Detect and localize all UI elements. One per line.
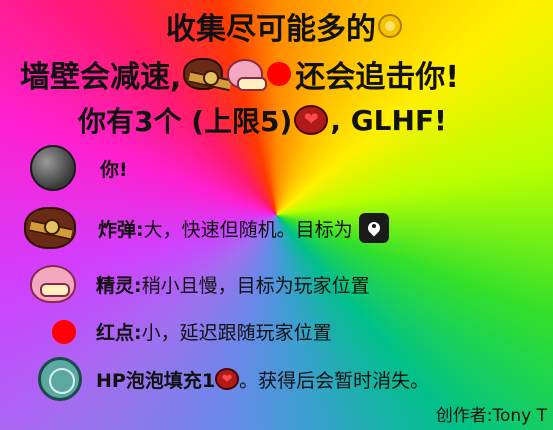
legend-hp-desc: 。获得后会暂时消失。 <box>239 369 430 392</box>
legend-player-label: 你! <box>100 158 128 181</box>
header-line-3-prefix: 你有3个 (上限5) <box>78 105 293 138</box>
red-dot-icon <box>267 62 292 86</box>
header-line-3-suffix: , GLHF! <box>330 103 447 137</box>
legend-bomb-name: 炸弹: <box>98 218 144 241</box>
heart-icon: ❤ <box>215 368 240 390</box>
player-ball-icon <box>30 145 76 191</box>
legend-spirit-text: 精灵:稍小且慢，目标为玩家位置 <box>96 271 370 298</box>
legend-spirit-desc: 稍小且慢，目标为玩家位置 <box>141 274 370 297</box>
legend-red-dot-name: 红点: <box>96 322 142 344</box>
location-pin-icon <box>358 213 389 243</box>
legend-red-dot-desc: 小，延迟跟随玩家位置 <box>141 322 332 344</box>
legend-bomb-desc: 大，快速但随机。目标为 <box>143 218 353 241</box>
coin-icon <box>378 14 402 38</box>
red-dot-icon <box>52 319 76 344</box>
bomb-icon <box>24 207 76 249</box>
legend-row-player: 你! <box>30 145 128 191</box>
legend-bomb-text: 炸弹:大，快速但随机。目标为 <box>98 215 353 242</box>
spirit-icon <box>227 59 268 91</box>
legend-row-spirit: 精灵:稍小且慢，目标为玩家位置 <box>30 265 370 303</box>
header-line-3: 你有3个 (上限5) ❤ , GLHF! <box>78 100 447 140</box>
credits-text: 创作者:Tony T <box>435 406 547 426</box>
legend-row-hp-bubble: HP泡泡填充1 ❤ 。获得后会暂时消失。 <box>38 357 429 401</box>
heart-icon: ❤ <box>294 105 329 135</box>
header-line-2: 墙壁会减速, 还会追击你! <box>20 52 459 96</box>
hp-bubble-icon <box>38 357 82 401</box>
header-line-2-suffix: 还会追击你! <box>295 60 460 95</box>
header-line-1: 收集尽可能多的 <box>166 4 402 48</box>
legend-spirit-name: 精灵: <box>96 274 142 297</box>
spirit-icon <box>30 265 76 303</box>
legend-row-red-dot: 红点:小，延迟跟随玩家位置 <box>52 318 332 345</box>
bomb-icon <box>183 58 224 90</box>
header-line-1-text: 收集尽可能多的 <box>166 12 376 47</box>
legend-red-dot-text: 红点:小，延迟跟随玩家位置 <box>96 318 332 345</box>
legend-row-bomb: 炸弹:大，快速但随机。目标为 <box>24 207 389 249</box>
header-line-2-prefix: 墙壁会减速, <box>20 60 182 95</box>
legend-hp-name: HP泡泡填充1 <box>96 369 216 392</box>
legend-hp-text: HP泡泡填充1 ❤ 。获得后会暂时消失。 <box>96 366 429 393</box>
